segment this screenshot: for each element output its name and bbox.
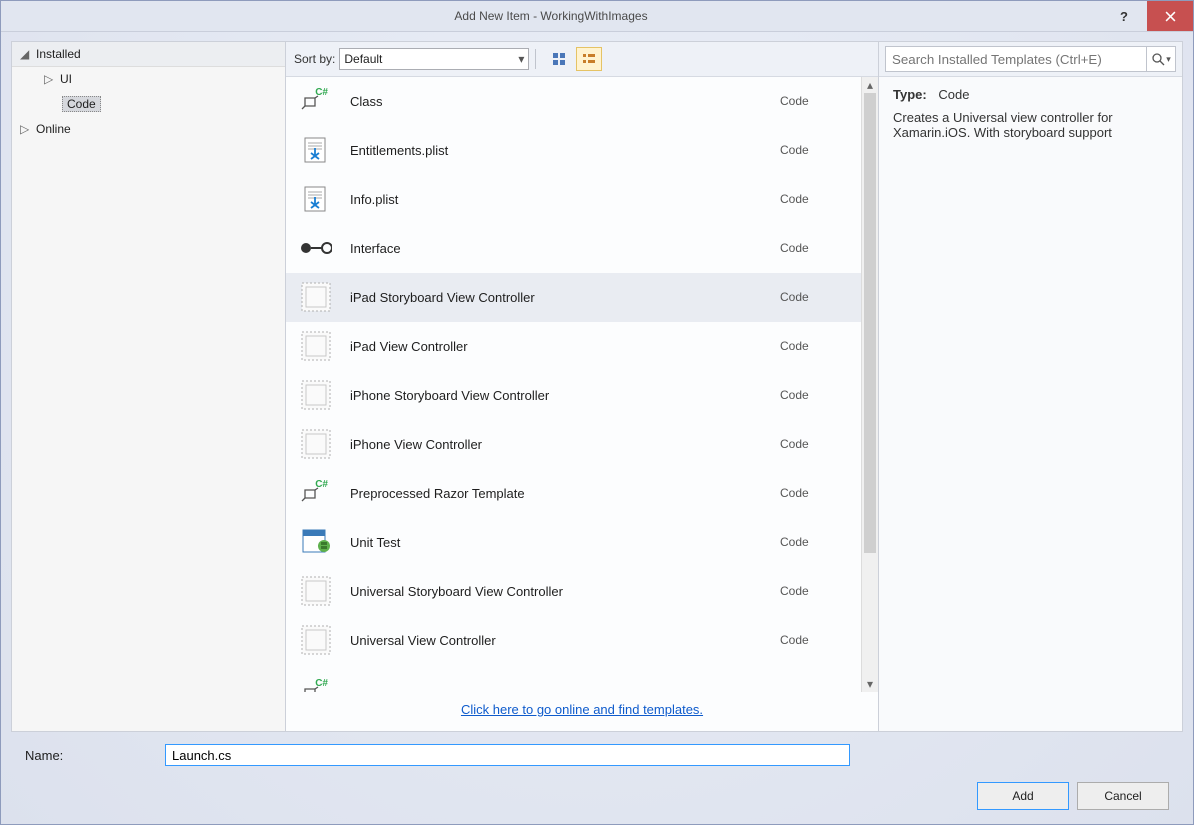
cs-file-icon: C# bbox=[298, 475, 334, 511]
name-input[interactable] bbox=[165, 744, 850, 766]
tree-online[interactable]: ▷ Online bbox=[12, 117, 285, 141]
cancel-button[interactable]: Cancel bbox=[1077, 782, 1169, 810]
tree-label: Online bbox=[36, 122, 71, 136]
template-row[interactable]: Universal View ControllerCode bbox=[286, 616, 862, 665]
template-row[interactable]: iPad View ControllerCode bbox=[286, 322, 862, 371]
template-name: iPad View Controller bbox=[350, 339, 780, 354]
chevron-down-icon: ◢ bbox=[20, 47, 32, 61]
details-description: Creates a Universal view controller for … bbox=[893, 110, 1168, 140]
template-list: C#ClassCodeEntitlements.plistCodeInfo.pl… bbox=[286, 77, 862, 692]
template-category: Code bbox=[780, 535, 850, 549]
plist-file-icon bbox=[298, 181, 334, 217]
category-tree: ◢ Installed ▷ UI Code ▷ Online bbox=[11, 41, 286, 732]
template-category: Code bbox=[780, 339, 850, 353]
titlebar: Add New Item - WorkingWithImages ? bbox=[1, 1, 1193, 32]
template-row[interactable]: InterfaceCode bbox=[286, 224, 862, 273]
template-name: Class bbox=[350, 94, 780, 109]
unit-test-icon bbox=[298, 524, 334, 560]
view-small-icons-button[interactable] bbox=[576, 47, 602, 71]
template-row[interactable]: Entitlements.plistCode bbox=[286, 126, 862, 175]
interface-icon bbox=[298, 230, 334, 266]
scroll-down-icon[interactable]: ▾ bbox=[862, 676, 878, 692]
view-controller-icon bbox=[298, 573, 334, 609]
search-icon bbox=[1151, 52, 1165, 66]
tree-ui[interactable]: ▷ UI bbox=[36, 67, 285, 91]
template-row[interactable]: C# Preprocessed Razor TemplateCode bbox=[286, 469, 862, 518]
details-type-label: Type: bbox=[893, 87, 927, 102]
template-category: Code bbox=[780, 486, 850, 500]
tree-code[interactable]: Code bbox=[36, 91, 285, 117]
template-row[interactable]: C# ClassCode bbox=[286, 77, 862, 126]
window-title: Add New Item - WorkingWithImages bbox=[1, 9, 1101, 23]
online-templates-link[interactable]: Click here to go online and find templat… bbox=[461, 702, 703, 717]
template-category: Code bbox=[780, 437, 850, 451]
name-label: Name: bbox=[25, 748, 165, 763]
close-button[interactable] bbox=[1147, 1, 1193, 31]
search-input[interactable] bbox=[885, 46, 1147, 72]
center-toolbar: Sort by: Default ▾ bbox=[286, 42, 878, 77]
template-row[interactable]: iPad Storyboard View ControllerCode bbox=[286, 273, 862, 322]
search-button[interactable]: ▾ bbox=[1147, 46, 1176, 72]
view-controller-icon bbox=[298, 377, 334, 413]
template-category: Code bbox=[780, 584, 850, 598]
template-name: iPhone View Controller bbox=[350, 437, 780, 452]
template-name: Universal View Controller bbox=[350, 633, 780, 648]
template-name: Unit Test bbox=[350, 535, 780, 550]
add-button[interactable]: Add bbox=[977, 782, 1069, 810]
tree-label: UI bbox=[60, 72, 72, 86]
template-row[interactable]: Unit TestCode bbox=[286, 518, 862, 567]
tree-label-selected: Code bbox=[62, 96, 101, 112]
view-controller-icon bbox=[298, 426, 334, 462]
view-controller-icon bbox=[298, 328, 334, 364]
grid-icon bbox=[552, 52, 566, 66]
scroll-thumb[interactable] bbox=[864, 93, 876, 553]
chevron-down-icon: ▾ bbox=[1166, 54, 1171, 65]
plist-file-icon bbox=[298, 132, 334, 168]
template-row[interactable]: Info.plistCode bbox=[286, 175, 862, 224]
template-name: Universal Storyboard View Controller bbox=[350, 584, 780, 599]
view-controller-icon bbox=[298, 279, 334, 315]
cs-file-icon: C# bbox=[298, 83, 334, 119]
template-name: Info.plist bbox=[350, 192, 780, 207]
tree-label: Installed bbox=[36, 47, 81, 61]
template-name: iPhone Storyboard View Controller bbox=[350, 388, 780, 403]
template-category: Code bbox=[780, 192, 850, 206]
chevron-right-icon: ▷ bbox=[44, 72, 56, 86]
scrollbar[interactable]: ▴ ▾ bbox=[861, 77, 878, 692]
list-icon bbox=[582, 52, 596, 66]
tree-installed[interactable]: ◢ Installed bbox=[12, 42, 285, 67]
template-row[interactable]: iPhone View ControllerCode bbox=[286, 420, 862, 469]
template-category: Code bbox=[780, 94, 850, 108]
sortby-label: Sort by: bbox=[294, 52, 335, 66]
template-category: Code bbox=[780, 633, 850, 647]
template-name: Preprocessed Razor Template bbox=[350, 486, 780, 501]
close-icon bbox=[1165, 11, 1176, 22]
template-name: Entitlements.plist bbox=[350, 143, 780, 158]
template-category: Code bbox=[780, 290, 850, 304]
template-category: Code bbox=[780, 388, 850, 402]
template-category: Code bbox=[780, 241, 850, 255]
details-panel: Type: Code Creates a Universal view cont… bbox=[879, 77, 1182, 150]
view-controller-icon bbox=[298, 622, 334, 658]
help-button[interactable]: ? bbox=[1101, 1, 1147, 31]
template-name: iPad Storyboard View Controller bbox=[350, 290, 780, 305]
template-name: Interface bbox=[350, 241, 780, 256]
chevron-right-icon: ▷ bbox=[20, 122, 32, 136]
chevron-down-icon: ▾ bbox=[518, 52, 524, 66]
sortby-select[interactable]: Default ▾ bbox=[339, 48, 529, 70]
details-type-value: Code bbox=[938, 87, 969, 102]
view-medium-icons-button[interactable] bbox=[546, 47, 572, 71]
sortby-value: Default bbox=[344, 52, 382, 66]
template-row[interactable]: Universal Storyboard View ControllerCode bbox=[286, 567, 862, 616]
scroll-up-icon[interactable]: ▴ bbox=[862, 77, 878, 93]
template-category: Code bbox=[780, 143, 850, 157]
template-row[interactable]: iPhone Storyboard View ControllerCode bbox=[286, 371, 862, 420]
